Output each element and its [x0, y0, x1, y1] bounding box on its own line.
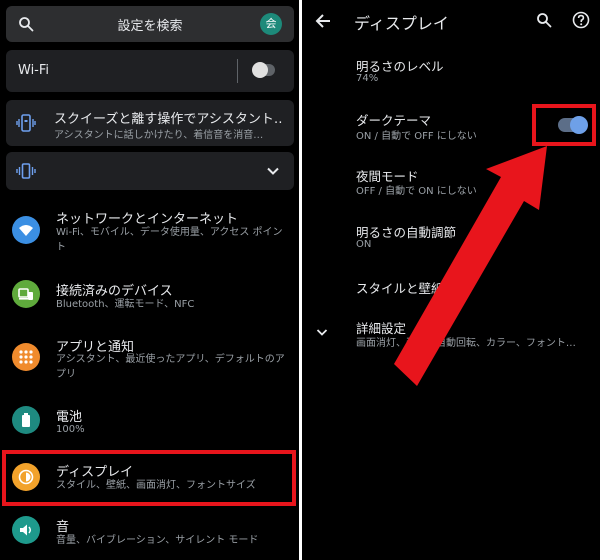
item-title: スタイルと壁紙 — [356, 281, 444, 296]
devices-icon — [12, 280, 40, 308]
help-icon[interactable] — [572, 11, 590, 29]
item-subtitle: ON — [356, 239, 372, 250]
chevron-down-icon — [316, 329, 328, 336]
display-settings-panel: ディスプレイ 明るさのレベル 74% ダークテーマ ON / 自動で OFF に… — [302, 0, 600, 560]
advanced-item[interactable]: 詳細設定 画面消灯、画面の自動回転、カラー、フォント… — [302, 312, 600, 352]
settings-item-subtitle: 100% — [56, 424, 85, 435]
highlight-box-display — [2, 450, 296, 506]
settings-item-sound[interactable]: 音 音量、バイブレーション、サイレント モード — [0, 512, 299, 556]
search-bar[interactable]: 設定を検索 会 — [6, 6, 294, 42]
search-placeholder: 設定を検索 — [117, 19, 183, 34]
settings-item-subtitle: Wi-Fi、モバイル、データ使用量、アクセス ポイント — [56, 227, 283, 253]
night-mode-item[interactable]: 夜間モード OFF / 自動で ON にしない — [302, 160, 600, 200]
style-wallpaper-item[interactable]: スタイルと壁紙 — [302, 268, 600, 302]
divider — [237, 59, 238, 83]
item-subtitle: 画面消灯、画面の自動回転、カラー、フォント… — [356, 338, 576, 349]
battery-icon — [12, 406, 40, 434]
brightness-level-item[interactable]: 明るさのレベル 74% — [302, 50, 600, 90]
adaptive-brightness-item[interactable]: 明るさの自動調節 ON — [302, 214, 600, 254]
wifi-icon — [12, 216, 40, 244]
settings-item-subtitle: アシスタント、最近使ったアプリ、デフォルトのアプリ — [56, 354, 285, 380]
vibration-icon — [16, 163, 36, 179]
page-title: ディスプレイ — [354, 14, 449, 33]
account-avatar[interactable]: 会 — [260, 13, 282, 35]
wifi-card[interactable]: Wi-Fi — [6, 50, 294, 92]
search-icon[interactable] — [536, 12, 552, 28]
settings-item-network[interactable]: ネットワークとインターネット Wi-Fi、モバイル、データ使用量、アクセス ポイ… — [0, 200, 299, 260]
wifi-toggle[interactable] — [252, 62, 275, 78]
back-arrow-icon[interactable] — [314, 12, 332, 30]
squeeze-assistant-card[interactable]: スクイーズと離す操作でアシスタント… アシスタントに話しかけたり、着信音を消音… — [6, 100, 294, 146]
toggle-knob — [252, 62, 268, 78]
highlight-box-dark-toggle — [532, 104, 596, 146]
squeeze-subtitle: アシスタントに話しかけたり、着信音を消音… — [54, 130, 264, 141]
item-subtitle: OFF / 自動で ON にしない — [356, 186, 477, 197]
sound-icon — [12, 516, 40, 544]
item-subtitle: ON / 自動で OFF にしない — [356, 131, 477, 142]
settings-item-subtitle: 音量、バイブレーション、サイレント モード — [56, 535, 259, 546]
settings-item-subtitle: Bluetooth、運転モード、NFC — [56, 299, 195, 310]
chevron-down-icon[interactable] — [266, 164, 280, 178]
item-subtitle: 74% — [356, 73, 379, 84]
apps-icon — [12, 343, 40, 371]
settings-item-apps[interactable]: アプリと通知 アシスタント、最近使ったアプリ、デフォルトのアプリ — [0, 330, 299, 388]
settings-item-battery[interactable]: 電池 100% — [0, 400, 299, 444]
settings-main-panel: 設定を検索 会 Wi-Fi スクイーズと離す操作でアシスタント… アシスタントに… — [0, 0, 299, 560]
wifi-label: Wi-Fi — [18, 63, 50, 78]
squeeze-title: スクイーズと離す操作でアシスタント… — [54, 112, 284, 127]
settings-item-connected-devices[interactable]: 接続済みのデバイス Bluetooth、運転モード、NFC — [0, 272, 299, 318]
vibration-card[interactable] — [6, 152, 294, 190]
squeeze-icon — [16, 114, 36, 132]
